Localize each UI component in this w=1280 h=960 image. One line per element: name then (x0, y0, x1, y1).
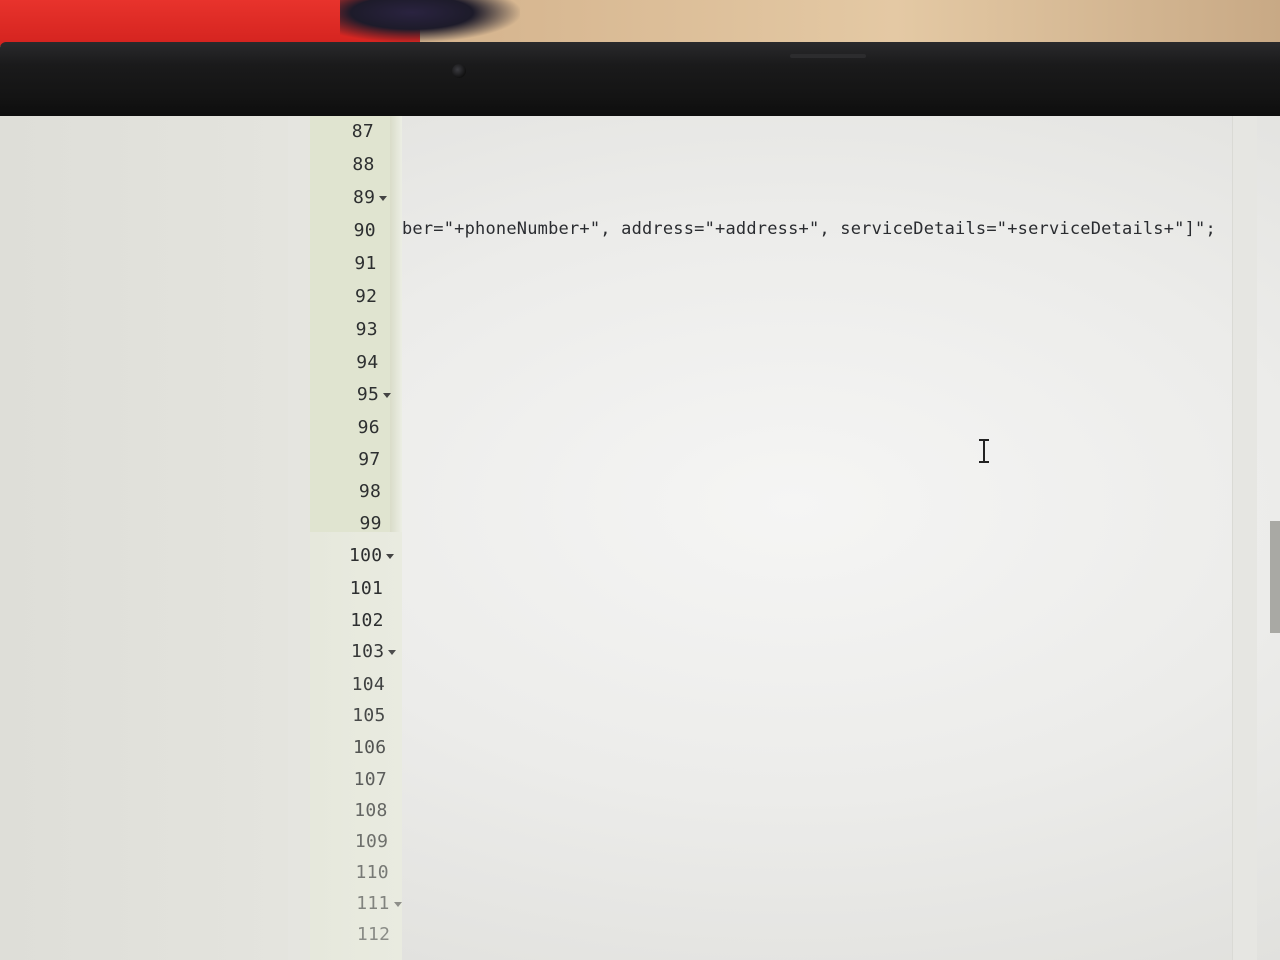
text-cursor-icon (976, 438, 992, 466)
line-number-89: 89 (353, 187, 376, 208)
vertical-scrollbar-track[interactable] (1232, 116, 1257, 960)
line-number-102: 102 (350, 610, 384, 631)
line-number-87: 87 (351, 121, 374, 142)
line-number-97: 97 (358, 449, 381, 470)
line-number-108: 108 (354, 800, 388, 821)
webcam-icon (452, 64, 466, 78)
line-number-111: 111 (356, 893, 390, 914)
line-number-96: 96 (357, 417, 380, 438)
side-panel (0, 116, 289, 960)
code-editor[interactable]: ber="+phoneNumber+", address="+address+"… (402, 116, 1232, 960)
background-dark-object (340, 0, 520, 42)
gutter-edge (390, 116, 402, 532)
line-number-88: 88 (352, 154, 375, 175)
line-number-91: 91 (354, 253, 377, 274)
fold-arrow-icon[interactable] (393, 902, 402, 907)
fold-arrow-icon[interactable] (388, 650, 397, 655)
fold-arrow-icon[interactable] (386, 554, 395, 559)
code-line-90[interactable]: ber="+phoneNumber+", address="+address+"… (402, 219, 1216, 239)
bezel-sensor (790, 54, 866, 58)
line-number-106: 106 (352, 737, 387, 758)
monitor-bezel (0, 42, 1280, 120)
line-number-90: 90 (353, 220, 376, 241)
line-number-109: 109 (354, 831, 389, 852)
line-number-101: 101 (349, 578, 384, 599)
fold-arrow-icon[interactable] (383, 393, 392, 398)
side-panel-divider (288, 116, 311, 960)
screen: ber="+phoneNumber+", address="+address+"… (0, 116, 1280, 960)
line-number-104: 104 (351, 674, 386, 695)
fold-arrow-icon[interactable] (379, 196, 388, 201)
line-number-93: 93 (355, 319, 378, 340)
line-number-103: 103 (350, 641, 385, 662)
line-number-94: 94 (356, 352, 379, 373)
line-number-99: 99 (359, 513, 382, 534)
line-number-110: 110 (355, 862, 389, 883)
line-number-105: 105 (352, 705, 386, 726)
line-number-95: 95 (356, 384, 380, 405)
line-number-100: 100 (349, 545, 383, 566)
line-number-112: 112 (356, 924, 391, 945)
vertical-scrollbar-thumb[interactable] (1270, 521, 1280, 633)
line-number-98: 98 (358, 481, 382, 502)
line-number-107: 107 (353, 769, 387, 790)
line-number-92: 92 (354, 286, 378, 307)
